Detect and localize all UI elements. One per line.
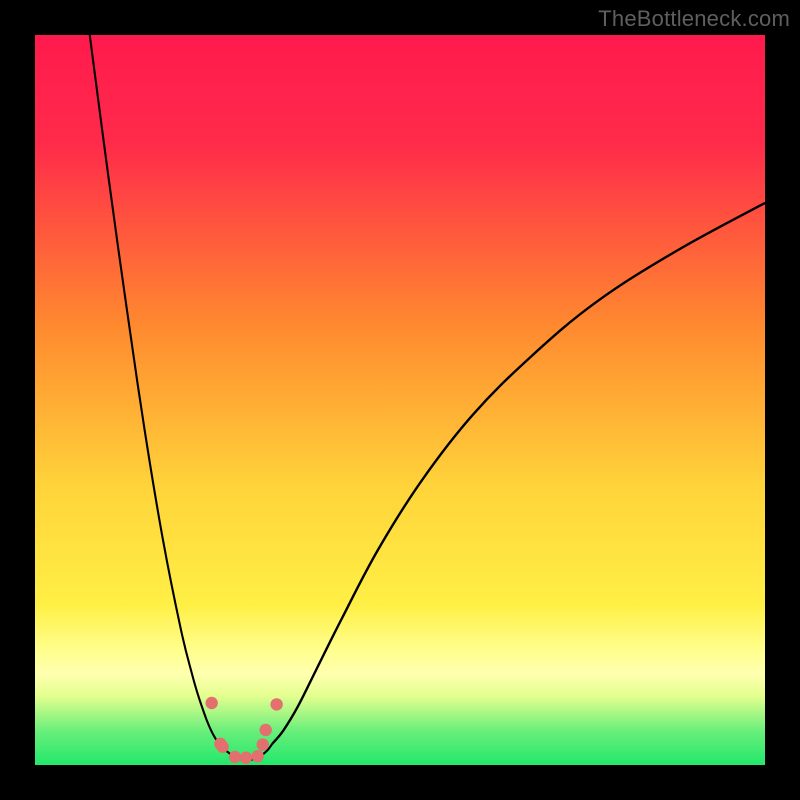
curve-right-branch [272,203,765,744]
curve-layer [35,35,765,765]
plot-area [35,35,765,765]
highlight-dot [229,751,241,763]
highlight-dot [259,724,271,736]
highlight-dot [257,738,269,750]
watermark-label: TheBottleneck.com [598,6,790,32]
highlight-dot [216,741,228,753]
chart-container: TheBottleneck.com [0,0,800,800]
curve-left-branch [90,35,229,753]
highlight-dot [251,750,263,762]
highlight-dot [240,752,252,764]
highlight-dots [205,697,282,764]
highlight-dot [270,698,282,710]
highlight-dot [205,697,217,709]
